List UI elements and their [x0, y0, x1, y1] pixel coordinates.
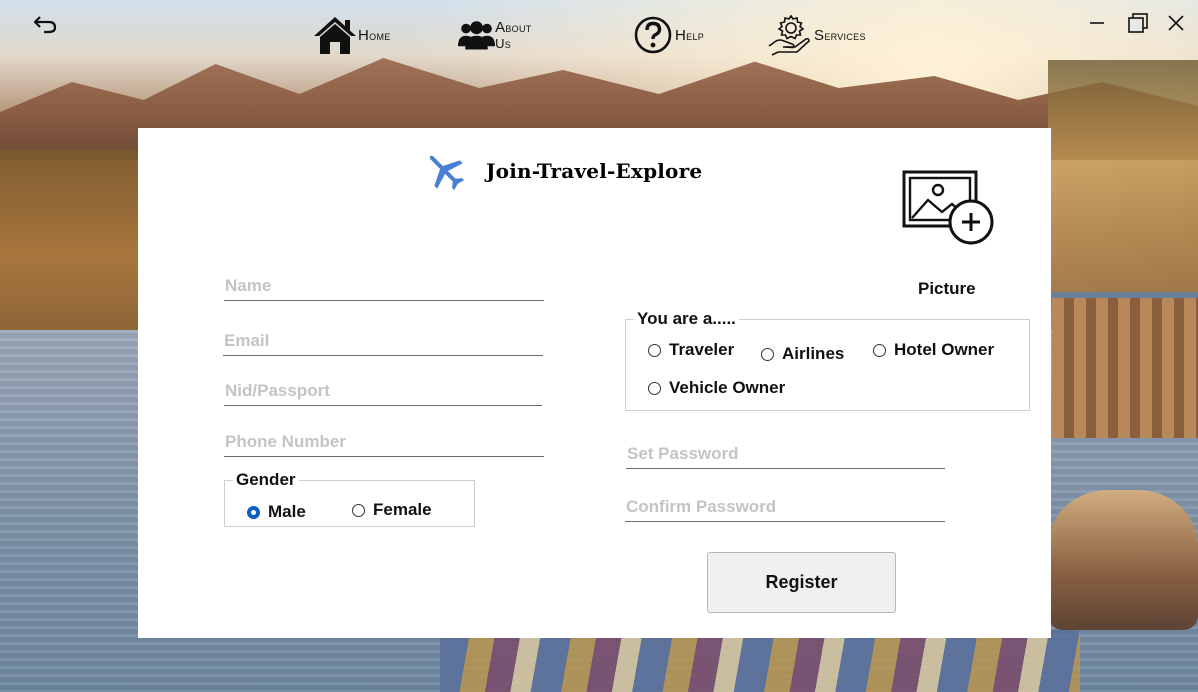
- users-icon: [458, 21, 496, 50]
- nav-about-us[interactable]: About Us: [458, 12, 541, 58]
- background-boat: [1048, 490, 1198, 630]
- nav-help[interactable]: Help: [633, 12, 704, 58]
- radio-selected-icon: [247, 505, 260, 519]
- minimize-button[interactable]: [1084, 10, 1110, 36]
- phone-number-input[interactable]: [224, 432, 544, 457]
- role-airlines-radio[interactable]: Airlines: [761, 344, 844, 364]
- gender-legend: Gender: [236, 470, 296, 489]
- register-button[interactable]: Register: [707, 552, 896, 613]
- maximize-icon: [1128, 13, 1148, 33]
- services-gear-hand-icon: [768, 14, 810, 56]
- nav-services[interactable]: Services: [766, 12, 866, 58]
- nav-services-label: Services: [814, 26, 866, 44]
- user-type-legend: You are a.....: [637, 309, 736, 328]
- background-houseboat: [1052, 292, 1198, 438]
- role-hotel-owner-label: Hotel Owner: [894, 340, 995, 359]
- radio-unselected-icon: [648, 381, 661, 395]
- role-traveler-label: Traveler: [669, 340, 735, 359]
- background-trees-right: [1048, 60, 1198, 310]
- role-vehicle-owner-radio[interactable]: Vehicle Owner: [648, 378, 785, 398]
- confirm-password-input[interactable]: [625, 497, 945, 522]
- nav-home-label: Home: [358, 26, 391, 44]
- gender-male-radio[interactable]: Male: [247, 502, 306, 522]
- confirm-password-field-wrap: [625, 497, 945, 522]
- close-button[interactable]: [1163, 10, 1189, 36]
- background-boats: [440, 630, 1080, 692]
- back-arrow-icon: [33, 16, 57, 34]
- help-icon: [634, 16, 672, 54]
- password-field-wrap: [626, 444, 945, 469]
- gender-female-radio[interactable]: Female: [352, 500, 432, 520]
- picture-label: Picture: [918, 279, 976, 298]
- role-airlines-label: Airlines: [782, 344, 845, 363]
- set-password-input[interactable]: [626, 444, 945, 469]
- registration-panel: Join-Travel-Explore Picture Gender Male …: [138, 128, 1051, 638]
- close-icon: [1168, 15, 1184, 31]
- back-button[interactable]: [30, 10, 60, 38]
- minimize-icon: [1090, 22, 1104, 24]
- maximize-button[interactable]: [1125, 10, 1151, 36]
- add-image-icon: [902, 170, 994, 245]
- radio-unselected-icon: [873, 343, 886, 357]
- nav-about-label: About Us: [495, 19, 532, 51]
- radio-unselected-icon: [352, 503, 365, 517]
- role-vehicle-owner-label: Vehicle Owner: [669, 378, 786, 397]
- background-trees-left: [0, 150, 140, 360]
- email-input[interactable]: [223, 331, 543, 356]
- form-header: Join-Travel-Explore: [422, 148, 702, 194]
- radio-unselected-icon: [761, 347, 774, 361]
- gender-male-label: Male: [268, 502, 306, 521]
- radio-unselected-icon: [648, 343, 661, 357]
- nid-passport-input[interactable]: [224, 381, 542, 406]
- role-traveler-radio[interactable]: Traveler: [648, 340, 734, 360]
- airplane-icon: [429, 155, 465, 191]
- gender-female-label: Female: [373, 500, 432, 519]
- form-title: Join-Travel-Explore: [486, 159, 703, 183]
- nid-field-wrap: [224, 381, 542, 406]
- name-input[interactable]: [224, 276, 544, 301]
- phone-field-wrap: [224, 432, 544, 457]
- nav-home[interactable]: Home: [312, 12, 391, 58]
- nav-help-label: Help: [675, 26, 705, 44]
- role-hotel-owner-radio[interactable]: Hotel Owner: [873, 340, 994, 360]
- home-icon: [314, 17, 356, 54]
- name-field-wrap: [224, 276, 544, 301]
- email-field-wrap: [223, 331, 543, 356]
- add-picture-button[interactable]: [902, 170, 998, 246]
